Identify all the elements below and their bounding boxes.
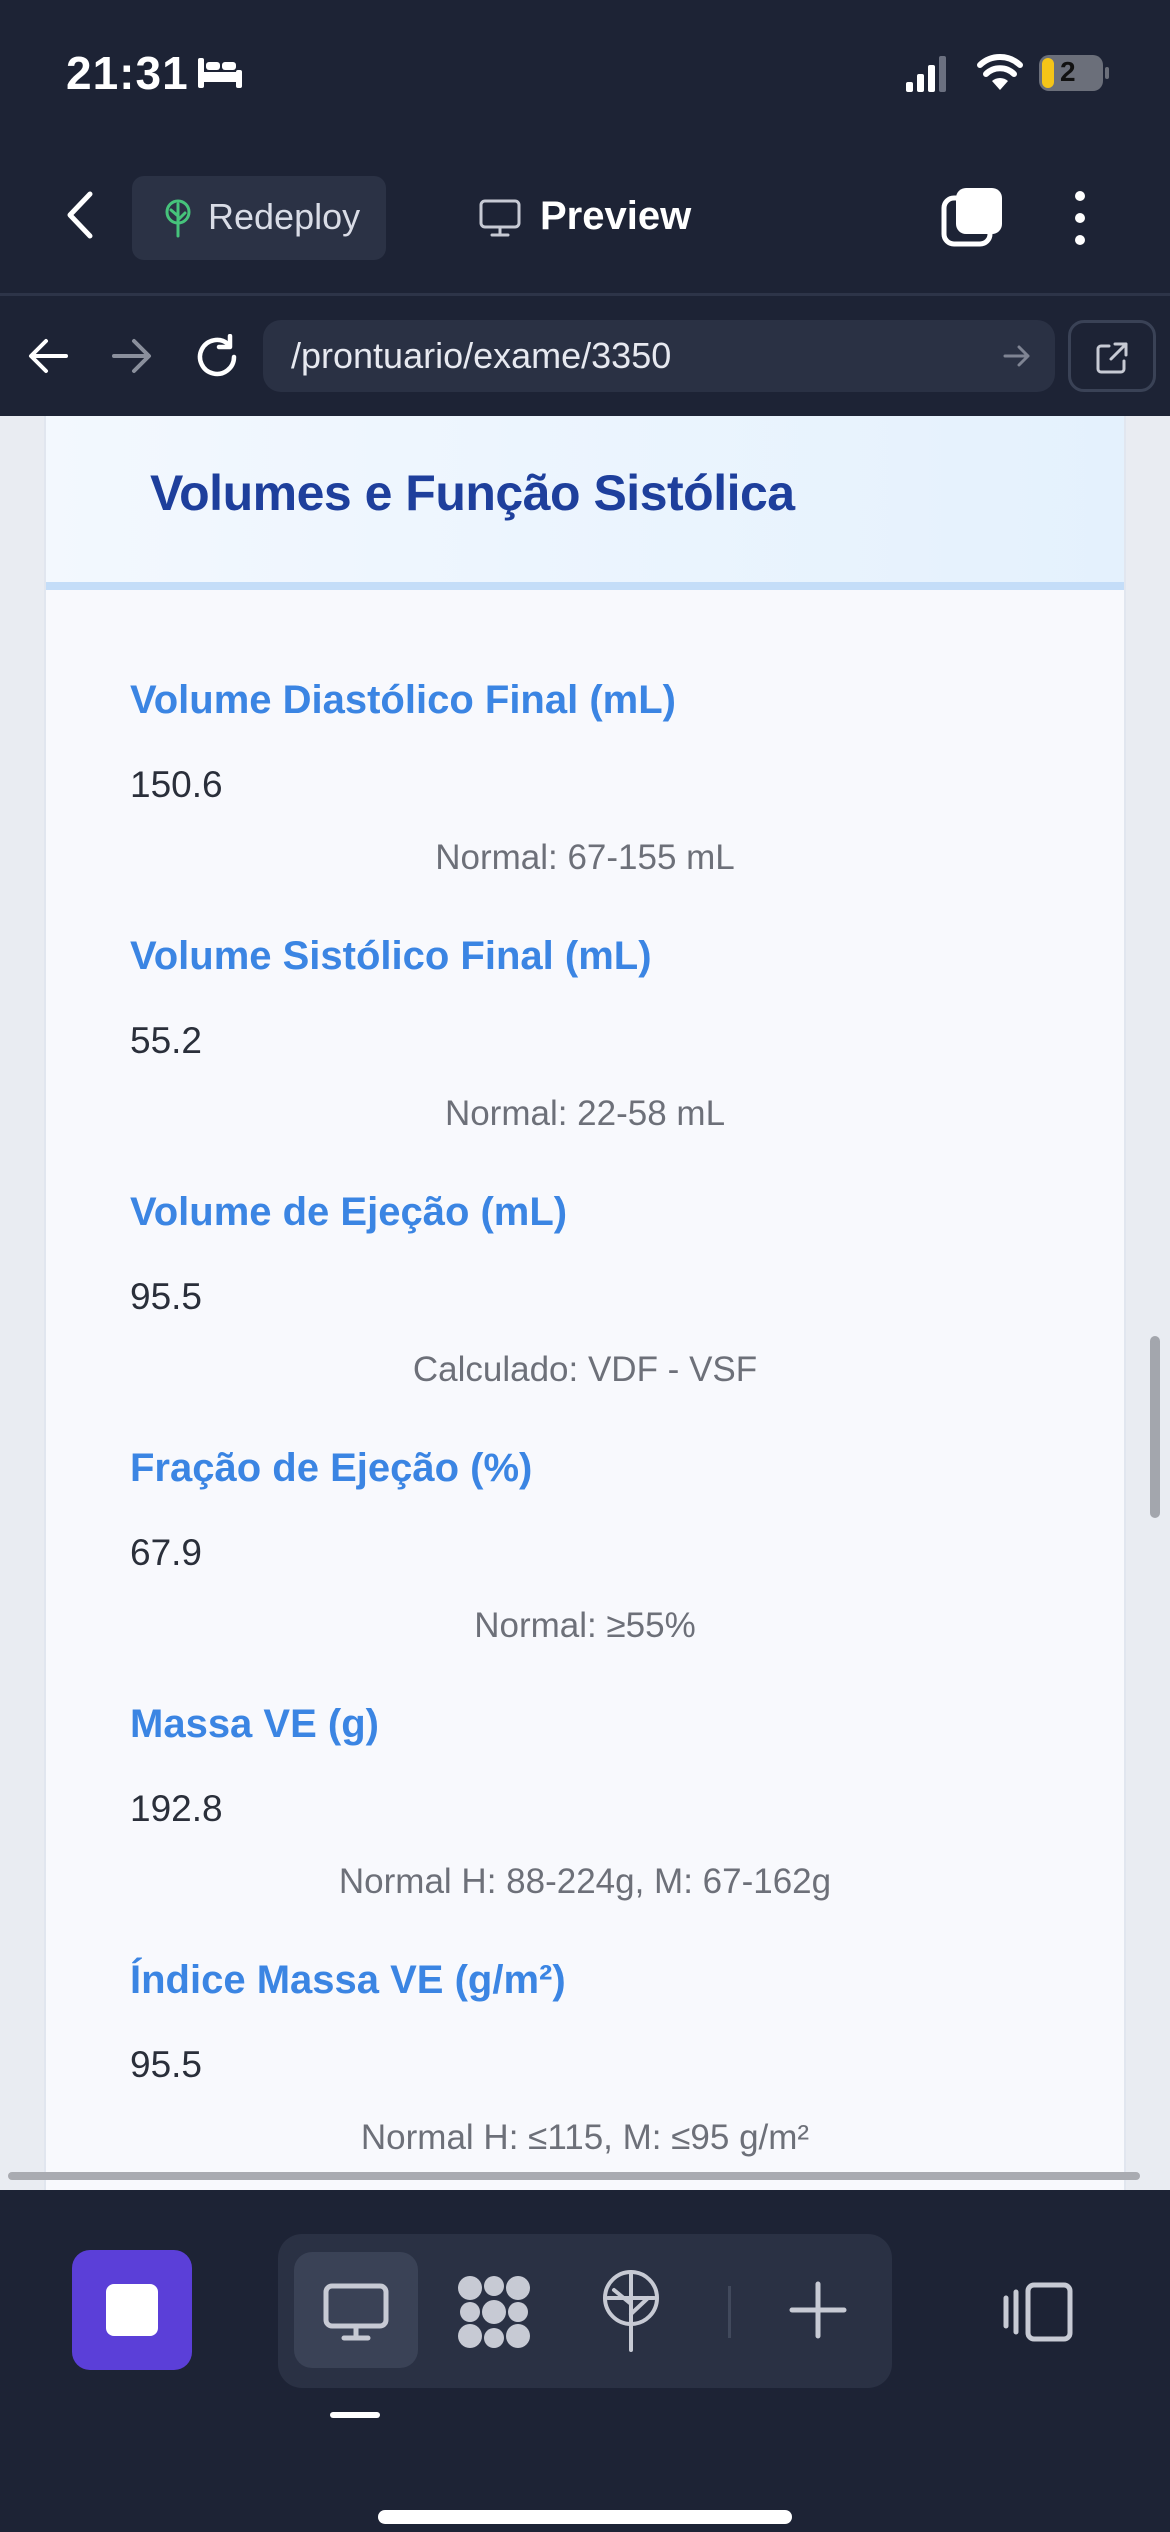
field-label: Fração de Ejeção (%) <box>130 1446 533 1490</box>
field-value: 95.5 <box>130 1276 203 1317</box>
stop-button[interactable] <box>72 2250 192 2370</box>
bed-icon <box>198 58 242 88</box>
field-label: Massa VE (g) <box>130 1702 379 1746</box>
field-label: Índice Massa VE (g/m²) <box>130 1958 566 2002</box>
volumes-card: Volumes e Função Sistólica Volume Diastó… <box>46 416 1124 2190</box>
field-note: Normal: ≥55% <box>474 1606 696 1645</box>
stop-icon <box>106 2284 158 2336</box>
field-note: Normal H: 88-224g, M: 67-162g <box>338 1862 832 1901</box>
tree-icon <box>165 199 191 238</box>
cell-signal-icon <box>906 56 946 92</box>
status-bar: 21:31 2 <box>0 0 1170 150</box>
kebab-menu-icon[interactable] <box>1068 188 1092 248</box>
wifi-icon <box>977 54 1023 90</box>
field-value: 55.2 <box>130 1020 203 1061</box>
field-label: Volume Sistólico Final (mL) <box>130 934 652 978</box>
preview-label: Preview <box>540 194 692 238</box>
horizontal-scrollbar[interactable] <box>8 2172 1140 2180</box>
arrow-right-icon[interactable] <box>110 336 154 376</box>
card-header: Volumes e Função Sistólica <box>46 416 1124 590</box>
redeploy-button[interactable]: Redeploy <box>132 176 386 260</box>
card-title: Volumes e Função Sistólica <box>150 465 795 521</box>
field-note: Calculado: VDF - VSF <box>412 1350 758 1389</box>
external-link-icon <box>1096 342 1128 374</box>
selected-tool-indicator <box>330 2412 380 2418</box>
desktop-icon <box>323 2283 389 2341</box>
plus-icon[interactable] <box>788 2280 848 2340</box>
panel-toggle-icon[interactable] <box>1002 2282 1074 2342</box>
home-indicator[interactable] <box>378 2510 792 2524</box>
arrow-left-icon[interactable] <box>26 336 70 376</box>
monitor-icon <box>479 199 521 237</box>
tabs-icon[interactable] <box>940 186 1004 248</box>
status-time: 21:31 <box>66 47 189 99</box>
field-value: 95.5 <box>130 2044 203 2085</box>
url-text: /prontuario/exame/3350 <box>291 335 672 376</box>
url-input[interactable]: /prontuario/exame/3350 <box>263 320 1055 392</box>
field-note: Normal H: ≤115, M: ≤95 g/m² <box>360 2118 810 2157</box>
arrow-right-small-icon[interactable] <box>1001 340 1033 372</box>
reload-icon[interactable] <box>194 334 240 380</box>
bottom-toolbar <box>0 2190 1170 2532</box>
web-content: Volumes e Função Sistólica Volume Diastó… <box>0 416 1170 2190</box>
field-note: Normal: 22-58 mL <box>444 1094 726 1133</box>
redeploy-label: Redeploy <box>208 196 361 237</box>
divider <box>728 2286 731 2338</box>
field-label: Volume Diastólico Final (mL) <box>130 678 676 722</box>
field-value: 67.9 <box>130 1532 203 1573</box>
field-note: Normal: 67-155 mL <box>435 838 735 877</box>
field-value: 150.6 <box>130 764 223 805</box>
back-chevron-icon[interactable] <box>62 190 98 240</box>
open-external-button[interactable] <box>1068 320 1156 392</box>
desktop-tool-button[interactable] <box>294 2252 418 2368</box>
field-label: Volume de Ejeção (mL) <box>130 1190 568 1234</box>
tool-group <box>278 2234 892 2388</box>
battery-level: 2 <box>1060 56 1076 87</box>
battery-icon: 2 <box>1038 54 1110 92</box>
field-value: 192.8 <box>130 1788 223 1829</box>
deploy-icon[interactable] <box>598 2268 664 2352</box>
vertical-scrollbar[interactable] <box>1150 1336 1160 1518</box>
nodes-icon[interactable] <box>454 2272 534 2352</box>
preview-tab[interactable]: Preview <box>470 176 710 260</box>
